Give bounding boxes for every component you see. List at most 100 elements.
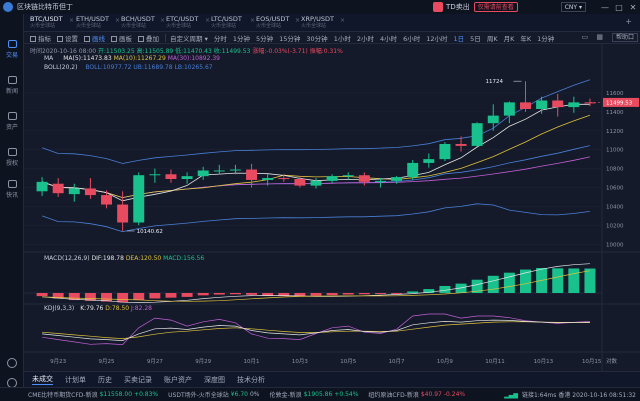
x-tick-label: 9月27 [147, 358, 163, 365]
settings-button[interactable]: 设置 [57, 33, 78, 43]
add-tab-button[interactable]: + [625, 17, 632, 26]
x-tick-label: 9月23 [50, 358, 66, 365]
info-low: 低:11470.43 [175, 48, 212, 55]
currency-select[interactable]: CNY ▾ [560, 2, 586, 12]
tab-etc-usdt[interactable]: ETC/USDT 火币全球站 × [166, 15, 210, 31]
y-tick-label: 10200 [606, 223, 624, 229]
period-5d[interactable]: 5日 [470, 33, 481, 43]
period-1m[interactable]: 1分钟 [233, 33, 250, 43]
macd-bar [407, 291, 419, 293]
tab-trade-records[interactable]: 买卖记录 [124, 375, 152, 385]
ticker-price: $1905.86 [303, 391, 333, 398]
period-selector-label: 自定义周期 [170, 34, 203, 43]
sidebar-item-news[interactable]: 新闻 [0, 76, 24, 95]
period-30m[interactable]: 30分钟 [306, 33, 327, 43]
ma10-value: MA(10):11267.29 [113, 55, 166, 62]
indicator-button[interactable]: 指标 [30, 33, 51, 43]
candle-body [487, 115, 499, 124]
warning-icon[interactable] [7, 358, 17, 368]
tab-history[interactable]: 历史 [98, 375, 112, 385]
candle-body [246, 169, 258, 180]
connection-latency: 链接1:64ms [521, 392, 557, 399]
overlay-button[interactable]: 叠加 [138, 33, 159, 43]
macd-dif-value: DIF:198.78 [91, 255, 124, 262]
tab-plan-orders[interactable]: 计划单 [65, 375, 86, 385]
period-month[interactable]: 月K [504, 33, 515, 43]
ticker-price: $11558.00 [99, 391, 133, 398]
period-week[interactable]: 周K [487, 33, 498, 43]
tab-ltc-usdt[interactable]: LTC/USDT 火币全球站 × [211, 15, 255, 31]
kdj-d-value: D:78.50 [105, 305, 130, 312]
sidebar-item-trade[interactable]: 交易 [0, 40, 24, 59]
ticker-name[interactable]: 伦敦金-新浪 [270, 390, 302, 399]
x-tick-label: 10月7 [389, 358, 405, 365]
chart-area[interactable]: 11600 11400 11200 11000 10800 10600 10400 10200… [24, 44, 640, 371]
period-1d[interactable]: 1日 [454, 33, 465, 43]
close-icon[interactable]: × [115, 17, 120, 24]
ticker-change: +0.83% [134, 391, 159, 398]
tab-eth-usdt[interactable]: ETH/USDT 火币全球站 × [76, 15, 120, 31]
period-1m-alt[interactable]: 1分钟 [537, 33, 554, 43]
sidebar-item-auth[interactable]: 授权 [0, 148, 24, 167]
period-selector[interactable]: 自定义周期 ▾ [170, 33, 208, 43]
layout-icons[interactable]: ▭ ▦ [582, 33, 606, 41]
maximize-button[interactable]: □ [612, 3, 626, 12]
tab-technical-analysis[interactable]: 技术分析 [237, 375, 265, 385]
tab-eos-usdt[interactable]: EOS/USDT 火币全球站 × [256, 15, 300, 31]
td-icon [433, 2, 444, 12]
ticker-name[interactable]: 纽约原油CFD-新浪 [368, 390, 418, 399]
candle-body [294, 179, 306, 186]
candle-body [552, 100, 564, 108]
period-15m[interactable]: 15分钟 [279, 33, 300, 43]
period-tick[interactable]: 分时 [214, 33, 227, 43]
close-button[interactable]: ✕ [626, 3, 640, 12]
news-icon [7, 76, 17, 84]
period-6h[interactable]: 6小时 [403, 33, 420, 43]
candle-body [326, 176, 338, 181]
period-1h[interactable]: 1小时 [334, 33, 351, 43]
sidebar-item-assets[interactable]: 资产 [0, 112, 24, 131]
tab-open-orders[interactable]: 未成交 [32, 374, 53, 385]
period-2h[interactable]: 2小时 [357, 33, 374, 43]
info-change: 涨幅:-0.03%(-3.71) [252, 48, 308, 55]
tab-bch-usdt[interactable]: BCH/USDT 火币全球站 × [121, 15, 165, 31]
kline-chart[interactable]: 11600 11400 11200 11000 10800 10600 10400 10200… [24, 44, 640, 371]
macd-dea-value: DEA:120.50 [125, 255, 162, 262]
macd-info-line: MACD(12,26,9) DIF:198.78 DEA:120.50 MACD… [44, 255, 204, 262]
draw-line-button[interactable]: 画线 [84, 33, 105, 43]
period-12h[interactable]: 12小时 [426, 33, 447, 43]
tab-account-assets[interactable]: 账户资产 [164, 375, 192, 385]
gear-icon [57, 35, 63, 42]
period-year[interactable]: 年K [520, 33, 531, 43]
tab-depth-chart[interactable]: 深度图 [204, 375, 225, 385]
tab-xrp-usdt[interactable]: XRP/USDT 火币全球站 × [301, 15, 345, 31]
toolbar-divider [165, 33, 166, 42]
candle-body [520, 102, 531, 109]
macd-bar [552, 268, 564, 293]
ticker-price: $40.97 [420, 391, 442, 398]
x-tick-label: 10月5 [340, 358, 356, 365]
drawing-board-button[interactable]: 画板 [111, 33, 132, 43]
ticker-name[interactable]: USDT场外-火币全球站 [168, 390, 229, 399]
macd-bar [229, 293, 241, 295]
x-tick-label: 10月9 [437, 358, 453, 365]
ticker-name[interactable]: CME比特币期货CFD-新浪 [28, 390, 98, 399]
promo-button[interactable]: 仅需请前查看 [473, 2, 518, 12]
td-label[interactable]: TD卖出 [446, 2, 470, 12]
close-icon[interactable]: × [340, 17, 345, 24]
close-icon[interactable]: × [295, 17, 300, 24]
close-icon[interactable]: × [69, 17, 74, 24]
close-icon[interactable]: × [205, 17, 210, 24]
help-button[interactable]: 帮助口 [611, 33, 638, 42]
bottom-tabs: 未成交 计划单 历史 买卖记录 账户资产 深度图 技术分析 [24, 371, 640, 387]
close-icon[interactable]: × [160, 17, 165, 24]
sidebar-item-flash[interactable]: 快讯 [0, 180, 24, 199]
y-tick-label: 10800 [606, 167, 624, 173]
macd-bar [181, 293, 193, 297]
tab-btc-usdt[interactable]: BTC/USDT 火币全球站 × [30, 15, 74, 31]
period-5m[interactable]: 5分钟 [256, 33, 273, 43]
period-4h[interactable]: 4小时 [380, 33, 397, 43]
tab-name: ETH/USDT [76, 15, 110, 23]
minimize-button[interactable]: — [598, 3, 612, 12]
close-icon[interactable]: × [250, 17, 255, 24]
